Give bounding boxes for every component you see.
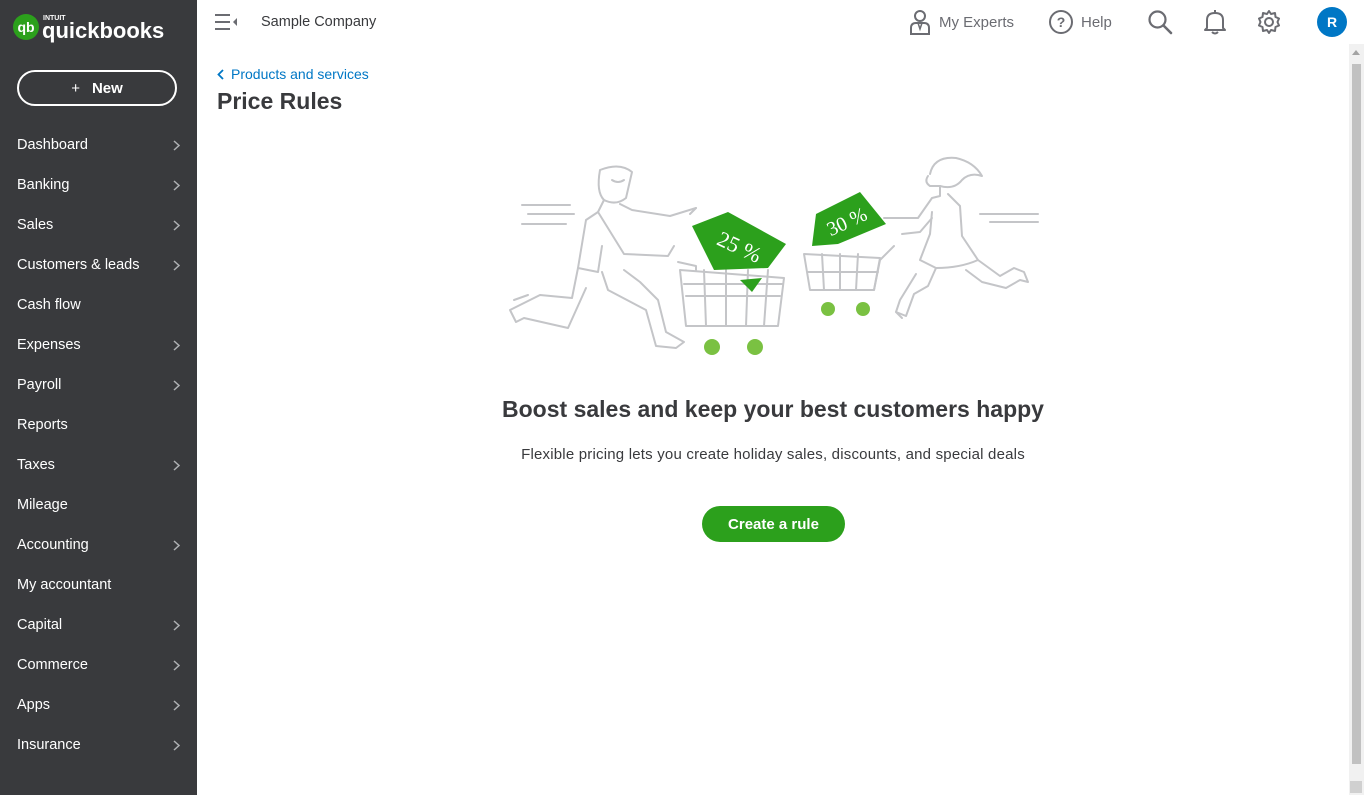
expert-icon — [909, 9, 931, 35]
help-label: Help — [1081, 13, 1112, 31]
breadcrumb[interactable]: Products and services — [217, 66, 369, 82]
breadcrumb-label: Products and services — [231, 66, 369, 82]
sidebar-item-label: Taxes — [17, 457, 55, 473]
new-button[interactable]: + New — [17, 70, 177, 106]
company-name[interactable]: Sample Company — [261, 14, 376, 30]
scroll-up-arrow-icon[interactable] — [1352, 50, 1360, 55]
sidebar-item-label: Payroll — [17, 377, 62, 393]
sidebar-item-label: Banking — [17, 177, 70, 193]
chevron-right-icon — [171, 339, 181, 351]
sidebar-item-accounting[interactable]: Accounting — [0, 525, 197, 565]
sidebar-item-customers-leads[interactable]: Customers & leads — [0, 245, 197, 285]
chevron-right-icon — [171, 259, 181, 271]
resize-handle[interactable] — [1350, 781, 1362, 793]
sidebar-item-cash-flow[interactable]: Cash flow — [0, 285, 197, 325]
sidebar-item-apps[interactable]: Apps — [0, 685, 197, 725]
bell-icon[interactable] — [1203, 8, 1227, 36]
search-icon[interactable] — [1147, 8, 1173, 36]
sidebar-item-sales[interactable]: Sales — [0, 205, 197, 245]
sidebar-item-label: My accountant — [17, 577, 112, 593]
shopping-carts-illustration: 25 % 30 % — [500, 150, 1045, 365]
create-rule-button[interactable]: Create a rule — [702, 506, 845, 542]
chevron-right-icon — [171, 739, 181, 751]
plus-icon: + — [71, 79, 80, 97]
sidebar-item-banking[interactable]: Banking — [0, 165, 197, 205]
sidebar-item-my-accountant[interactable]: My accountant — [0, 565, 197, 605]
collapse-menu-icon[interactable] — [215, 12, 239, 32]
empty-state-headline: Boost sales and keep your best customers… — [502, 396, 1044, 422]
sidebar-item-insurance[interactable]: Insurance — [0, 725, 197, 765]
sidebar: qb INTUIT quickbooks + New Dashboard Ban… — [0, 0, 197, 795]
svg-text:qb: qb — [17, 19, 34, 35]
chevron-right-icon — [171, 659, 181, 671]
chevron-left-icon — [217, 68, 224, 80]
sidebar-item-label: Cash flow — [17, 297, 81, 313]
sidebar-item-payroll[interactable]: Payroll — [0, 365, 197, 405]
page-title: Price Rules — [217, 88, 343, 114]
sidebar-item-label: Reports — [17, 417, 68, 433]
chevron-right-icon — [171, 139, 181, 151]
new-button-label: New — [91, 79, 123, 97]
sidebar-item-label: Apps — [17, 697, 51, 713]
sidebar-item-taxes[interactable]: Taxes — [0, 445, 197, 485]
help-link[interactable]: ? Help — [1049, 8, 1112, 36]
sidebar-item-label: Commerce — [17, 657, 88, 673]
sidebar-item-commerce[interactable]: Commerce — [0, 645, 197, 685]
sidebar-item-expenses[interactable]: Expenses — [0, 325, 197, 365]
sidebar-item-label: Accounting — [17, 537, 89, 553]
empty-state-subtext: Flexible pricing lets you create holiday… — [521, 446, 1025, 463]
help-icon: ? — [1049, 10, 1073, 34]
sidebar-item-label: Customers & leads — [17, 257, 140, 273]
quickbooks-logo[interactable]: qb INTUIT quickbooks — [12, 10, 172, 44]
chevron-right-icon — [171, 219, 181, 231]
sidebar-item-label: Capital — [17, 617, 63, 633]
sidebar-item-capital[interactable]: Capital — [0, 605, 197, 645]
vertical-scrollbar[interactable] — [1349, 44, 1364, 795]
sidebar-nav: Dashboard Banking Sales Customers & lead… — [0, 125, 197, 765]
chevron-right-icon — [171, 699, 181, 711]
svg-text:quickbooks: quickbooks — [42, 18, 164, 43]
scrollbar-thumb[interactable] — [1352, 64, 1361, 764]
my-experts-link[interactable]: My Experts — [909, 8, 1014, 36]
top-bar: Sample Company My Experts ? Help R — [197, 0, 1364, 44]
sidebar-item-dashboard[interactable]: Dashboard — [0, 125, 197, 165]
sidebar-item-label: Dashboard — [17, 137, 88, 153]
sidebar-item-label: Sales — [17, 217, 54, 233]
chevron-right-icon — [171, 179, 181, 191]
chevron-right-icon — [171, 539, 181, 551]
avatar[interactable]: R — [1317, 7, 1347, 37]
chevron-right-icon — [171, 459, 181, 471]
gear-icon[interactable] — [1256, 8, 1282, 36]
chevron-right-icon — [171, 619, 181, 631]
chevron-right-icon — [171, 379, 181, 391]
my-experts-label: My Experts — [939, 13, 1015, 31]
sidebar-item-mileage[interactable]: Mileage — [0, 485, 197, 525]
sidebar-item-label: Insurance — [17, 737, 81, 753]
svg-text:?: ? — [1057, 14, 1066, 30]
sidebar-item-reports[interactable]: Reports — [0, 405, 197, 445]
sidebar-item-label: Mileage — [17, 497, 68, 513]
sidebar-item-label: Expenses — [17, 337, 81, 353]
